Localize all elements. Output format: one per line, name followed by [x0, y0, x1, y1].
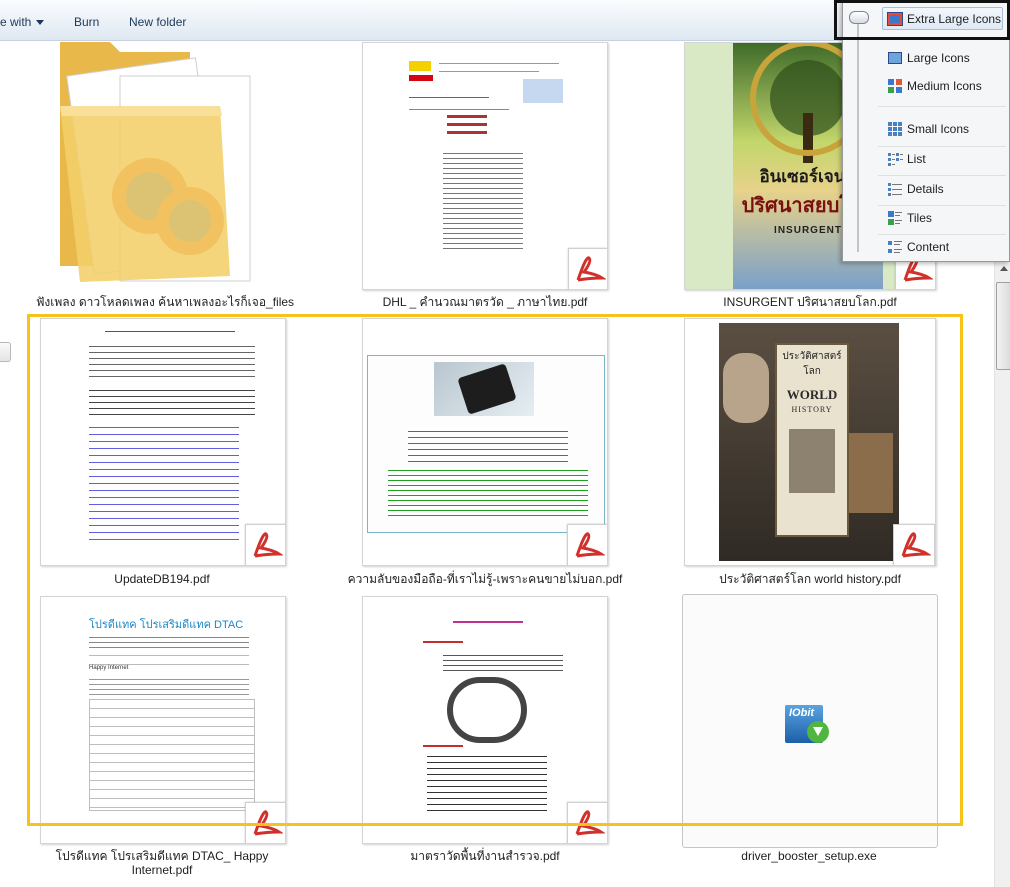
file-label: โปรดีแทค โปรเสริมดีแทค DTAC_ Happy Inter… — [55, 849, 269, 877]
menu-item-content[interactable]: Content — [884, 236, 1004, 258]
menu-item-small-icons[interactable]: Small Icons — [884, 118, 1004, 140]
menu-item-list[interactable]: List — [884, 148, 1004, 170]
pdf-icon — [893, 524, 935, 565]
details-view-icon — [888, 183, 902, 196]
menu-item-label: Tiles — [907, 211, 932, 225]
menu-item-label: Small Icons — [907, 122, 970, 136]
menu-item-tiles[interactable]: Tiles — [884, 207, 1004, 229]
open-with-label: e with — [0, 15, 32, 29]
scroll-up-arrow-icon[interactable] — [1000, 266, 1008, 271]
file-item-pdf[interactable] — [362, 318, 608, 566]
pdf-preview — [85, 325, 255, 561]
book-cover: ประวัติศาสตร์โลก WORLD HISTORY — [719, 323, 899, 561]
file-item-folder[interactable] — [40, 36, 290, 296]
menu-separator — [878, 146, 1006, 147]
new-folder-button[interactable]: New folder — [129, 15, 186, 29]
pdf-icon — [245, 802, 285, 843]
menu-item-label: Details — [907, 182, 944, 196]
dtac-section: Happy Internet — [89, 665, 129, 671]
file-label: ความลับของมือถือ-ที่เราไม่รู้-เพราะคนขาย… — [347, 572, 623, 586]
book-title-en-2: HISTORY — [791, 405, 833, 414]
splitter-handle[interactable] — [0, 342, 11, 362]
dtac-title: โปรดีแทค โปรเสริมดีแทค DTAC — [89, 619, 244, 631]
menu-item-label: Content — [907, 240, 950, 254]
file-label: ประวัติศาสตร์โลก world history.pdf — [719, 572, 901, 586]
iobit-setup-icon: IObit — [785, 699, 831, 745]
pdf-icon — [567, 802, 607, 843]
scrollbar-thumb[interactable] — [996, 282, 1010, 370]
file-item-pdf[interactable]: โปรดีแทค โปรเสริมดีแทค DTAC Happy Intern… — [40, 596, 286, 844]
file-label: UpdateDB194.pdf — [114, 572, 210, 586]
download-arrow-icon — [813, 727, 823, 736]
file-label: driver_booster_setup.exe — [741, 849, 877, 863]
file-label: DHL _ คำนวณมาตรวัด _ ภาษาไทย.pdf — [382, 295, 588, 309]
tiles-view-icon — [888, 211, 902, 225]
pdf-preview — [367, 355, 605, 533]
file-label: มาตราวัดพื้นที่งานสำรวจ.pdf — [410, 849, 560, 863]
iobit-label: IObit — [789, 707, 815, 719]
menu-separator — [878, 234, 1006, 235]
file-label: INSURGENT ปริศนาสยบโลก.pdf — [723, 295, 897, 309]
phone-photo — [434, 362, 534, 416]
small-icons-icon — [888, 122, 902, 136]
menu-item-large-icons[interactable]: Large Icons — [884, 47, 1004, 69]
medium-icons-icon — [888, 79, 902, 93]
dhl-logo-stripe — [409, 75, 433, 81]
pdf-preview — [403, 601, 583, 839]
file-item-pdf[interactable]: ประวัติศาสตร์โลก WORLD HISTORY — [684, 318, 936, 566]
file-item-pdf[interactable] — [362, 42, 608, 290]
menu-separator — [878, 106, 1006, 107]
portrait-image — [723, 353, 769, 423]
menu-item-label: List — [907, 152, 926, 166]
large-icons-icon — [888, 52, 902, 64]
book-title-en: WORLD — [786, 387, 838, 402]
portrait-image — [849, 433, 893, 513]
pdf-icon — [567, 524, 607, 565]
image-placeholder — [523, 79, 563, 103]
annotation-highlight-box — [834, 0, 1010, 40]
book-title-thai: ประวัติศาสตร์โลก — [782, 351, 842, 377]
pdf-preview: โปรดีแทค โปรเสริมดีแทค DTAC Happy Intern… — [85, 599, 261, 839]
file-item-pdf[interactable] — [362, 596, 608, 844]
file-item-pdf[interactable] — [40, 318, 286, 566]
menu-item-details[interactable]: Details — [884, 178, 1004, 200]
menu-item-label: Large Icons — [907, 51, 970, 65]
dhl-logo — [409, 61, 431, 71]
menu-item-label: Medium Icons — [907, 79, 982, 93]
content-view-icon — [888, 241, 902, 253]
view-slider-track[interactable] — [857, 20, 859, 252]
chevron-down-icon — [36, 20, 45, 26]
file-label: ฟังเพลง ดาวโหลดเพลง ค้นหาเพลงอะไรก็เจอ_f… — [35, 295, 295, 309]
folder-icon — [60, 42, 251, 282]
menu-separator — [878, 175, 1006, 176]
pdf-preview — [403, 49, 583, 289]
menu-separator — [878, 205, 1006, 206]
list-view-icon — [888, 153, 903, 166]
file-item-exe[interactable]: IObit — [682, 594, 938, 848]
menu-item-medium-icons[interactable]: Medium Icons — [884, 75, 1004, 97]
pdf-icon — [245, 524, 285, 565]
measuring-tape-image — [447, 677, 527, 743]
burn-button[interactable]: Burn — [74, 15, 99, 29]
pdf-icon — [568, 248, 607, 289]
open-with-button[interactable]: e with — [0, 15, 45, 29]
